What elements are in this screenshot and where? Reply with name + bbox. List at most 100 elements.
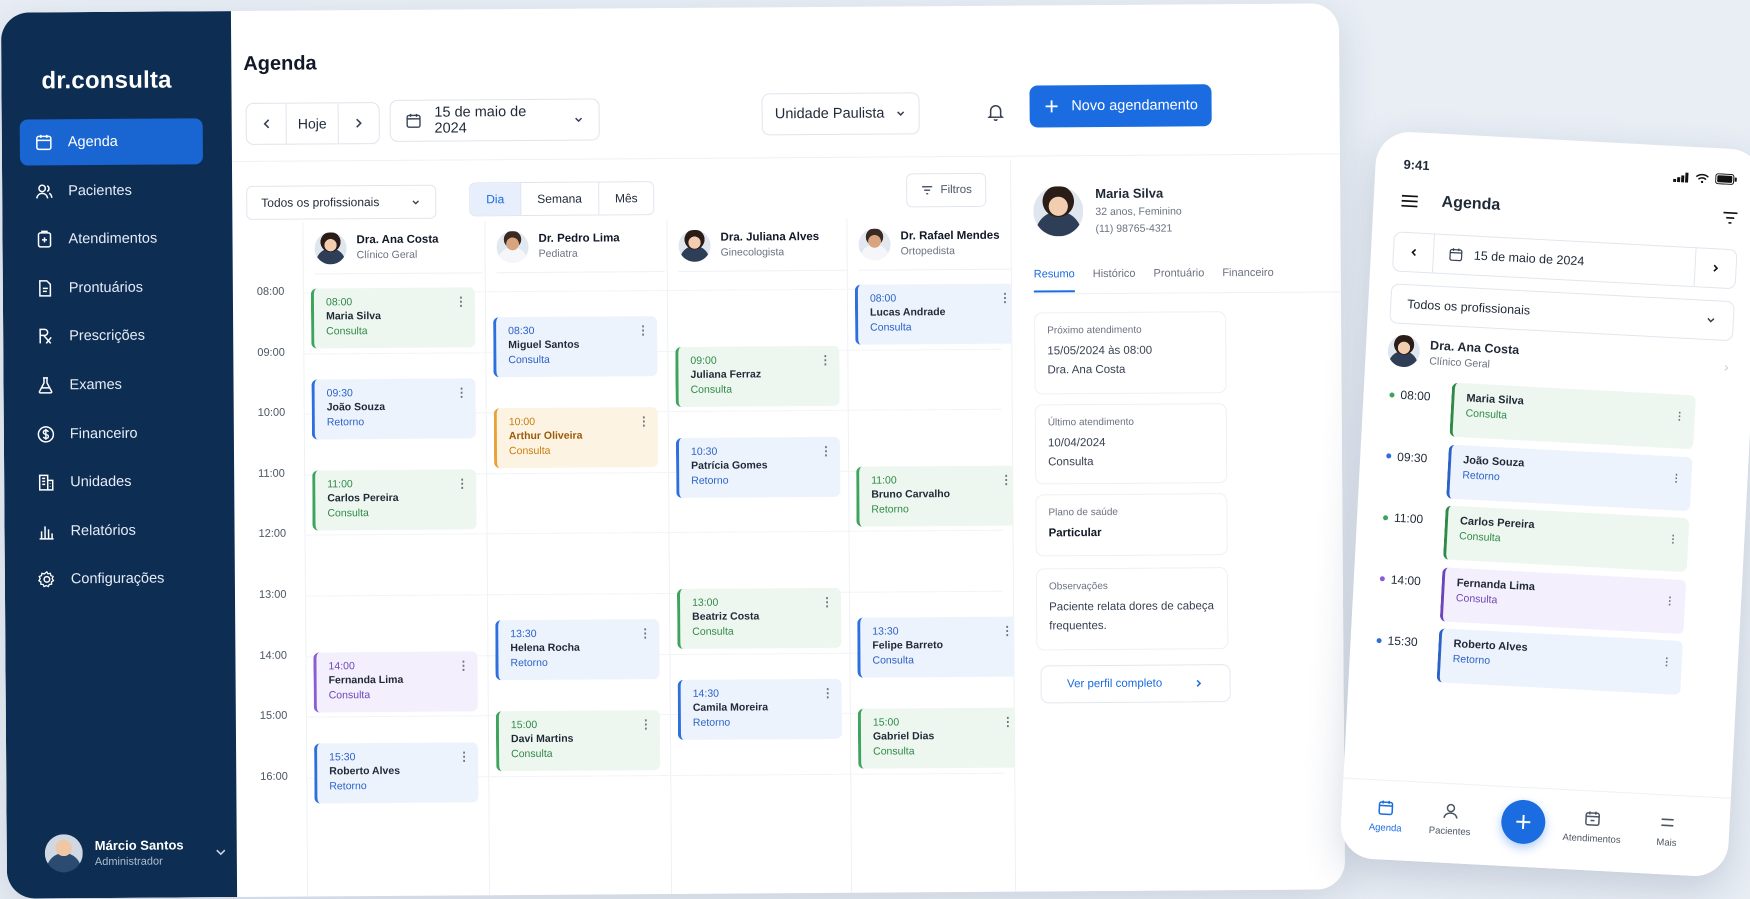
kebab-menu-icon[interactable]: ⋮ — [1000, 472, 1012, 486]
appointment-card[interactable]: 15:00 Davi Martins Consulta ⋮ — [495, 710, 661, 772]
mobile-date-picker[interactable]: 15 de maio de 2024 — [1432, 234, 1697, 287]
kebab-menu-icon[interactable]: ⋮ — [819, 352, 831, 366]
kebab-menu-icon[interactable]: ⋮ — [1661, 656, 1672, 669]
kebab-menu-icon[interactable]: ⋮ — [1671, 472, 1682, 485]
appointment-time: 08:00 — [325, 296, 353, 309]
appointment-card[interactable]: 08:00 Lucas Andrade Consulta ⋮ — [854, 283, 1020, 345]
kebab-menu-icon[interactable]: ⋮ — [640, 717, 652, 731]
appointment-card[interactable]: 14:30 Camila Moreira Retorno ⋮ — [677, 678, 843, 740]
mobile-tab-mais[interactable]: Mais — [1656, 813, 1678, 849]
appointment-time: 09:00 — [690, 354, 717, 367]
appointment-card[interactable]: 08:00 Maria Silva Consulta ⋮ — [310, 287, 476, 349]
time-dot — [1389, 391, 1395, 398]
kebab-menu-icon[interactable]: ⋮ — [1001, 624, 1013, 638]
tab-financeiro[interactable]: Financeiro — [1222, 267, 1274, 291]
mobile-header: Agenda — [1399, 192, 1739, 228]
full-profile-button[interactable]: Ver perfil completo — [1040, 664, 1231, 704]
mobile-doctor-header[interactable]: Dra. Ana Costa Clínico Geral — [1386, 334, 1732, 384]
kebab-menu-icon[interactable]: ⋮ — [456, 385, 468, 399]
last-appointment-type: Consulta — [1048, 456, 1094, 469]
view-week-button[interactable]: Semana — [521, 182, 600, 216]
filters-button[interactable]: Filtros — [906, 172, 987, 208]
time-label: 12:00 — [258, 528, 287, 541]
kebab-menu-icon[interactable]: ⋮ — [457, 658, 469, 672]
mobile-next-day-button[interactable] — [1695, 248, 1737, 288]
appointment-card[interactable]: 15:30 Roberto Alves Retorno ⋮ — [314, 741, 479, 804]
appointment-type: Retorno — [510, 657, 548, 670]
doctor-column-header[interactable]: Dr. Pedro Lima Pediatra — [496, 220, 665, 274]
kebab-menu-icon[interactable]: ⋮ — [822, 686, 834, 700]
appointment-card[interactable]: 10:00 Arthur Oliveira Consulta ⋮ — [493, 407, 659, 469]
appointment-card[interactable]: 10:30 Patrícia Gomes Retorno ⋮ — [675, 436, 841, 498]
sidebar-item-unidades[interactable]: Unidades — [22, 458, 205, 505]
doctor-column-header[interactable]: Dra. Ana Costa Clínico Geral — [314, 221, 483, 275]
appointment-card[interactable]: 14:00 Fernanda Lima Consulta ⋮ — [313, 650, 478, 713]
sidebar-item-prescricoes[interactable]: Prescrições — [21, 313, 204, 360]
sidebar-item-relatorios[interactable]: Relatórios — [22, 507, 205, 554]
kebab-menu-icon[interactable]: ⋮ — [1674, 410, 1685, 423]
sidebar-item-pacientes[interactable]: Pacientes — [20, 167, 203, 214]
sidebar-item-prontuarios[interactable]: Prontuários — [21, 264, 204, 311]
mobile-tab-agenda[interactable]: Agenda — [1369, 798, 1404, 835]
mobile-tab-atendimentos[interactable]: Atendimentos — [1562, 808, 1622, 846]
mobile-appointment-card[interactable]: João Souza Retorno ⋮ — [1446, 444, 1693, 511]
kebab-menu-icon[interactable]: ⋮ — [1002, 715, 1014, 729]
mobile-professional-filter[interactable]: Todos os profissionais — [1389, 283, 1735, 342]
appointment-card[interactable]: 13:30 Felipe Barreto Consulta ⋮ — [857, 616, 1022, 679]
kebab-menu-icon[interactable]: ⋮ — [639, 626, 651, 640]
appointment-card[interactable]: 11:00 Bruno Carvalho Retorno ⋮ — [856, 465, 1021, 527]
date-navigation: Hoje — [245, 102, 380, 145]
appointment-card[interactable]: 13:30 Helena Rocha Retorno ⋮ — [495, 619, 660, 681]
mobile-appointment-card[interactable]: Roberto Alves Retorno ⋮ — [1436, 628, 1684, 695]
mobile-add-button[interactable] — [1500, 798, 1547, 846]
doctor-column-header[interactable]: Dra. Juliana Alves Ginecologista — [678, 218, 847, 272]
sidebar-item-financeiro[interactable]: Financeiro — [22, 410, 205, 457]
doctor-column-header[interactable]: Dr. Rafael Mendes Ortopedista — [858, 217, 1027, 271]
date-picker[interactable]: 15 de maio de 2024 — [389, 98, 600, 142]
notifications-button[interactable] — [986, 102, 1006, 122]
calendar-grid: 08:00 09:00 10:00 11:00 12:00 13:00 14:00 15:00… — [232, 217, 1027, 897]
kebab-menu-icon[interactable]: ⋮ — [999, 291, 1011, 305]
prev-day-button[interactable] — [246, 103, 287, 144]
tab-historico[interactable]: Histórico — [1093, 268, 1136, 292]
sidebar-item-agenda[interactable]: Agenda — [19, 118, 203, 166]
kebab-menu-icon[interactable]: ⋮ — [637, 323, 649, 337]
mobile-appointment-card[interactable]: Fernanda Lima Consulta ⋮ — [1439, 566, 1687, 634]
kebab-menu-icon[interactable]: ⋮ — [458, 749, 470, 763]
kebab-menu-icon[interactable]: ⋮ — [456, 476, 468, 490]
kebab-menu-icon[interactable]: ⋮ — [820, 443, 832, 457]
appointment-card[interactable]: 09:00 Juliana Ferraz Consulta ⋮ — [675, 345, 840, 407]
appointment-card[interactable]: 09:30 João Souza Retorno ⋮ — [311, 378, 476, 440]
appointment-card[interactable]: 11:00 Carlos Pereira Consulta ⋮ — [312, 469, 477, 531]
new-appointment-button[interactable]: Novo agendamento — [1029, 84, 1212, 128]
appointment-card[interactable]: 08:30 Miguel Santos Consulta ⋮ — [493, 316, 658, 378]
kebab-menu-icon[interactable]: ⋮ — [1668, 533, 1679, 546]
view-month-button[interactable]: Mês — [599, 182, 654, 214]
tab-prontuario[interactable]: Prontuário — [1153, 267, 1204, 291]
sidebar-item-exames[interactable]: Exames — [21, 361, 204, 408]
mobile-appointment-card[interactable]: Maria Silva Consulta ⋮ — [1449, 382, 1696, 450]
next-day-button[interactable] — [339, 103, 379, 143]
sidebar-item-configuracoes[interactable]: Configurações — [23, 556, 206, 603]
kebab-menu-icon[interactable]: ⋮ — [821, 595, 833, 609]
tab-resumo[interactable]: Resumo — [1033, 268, 1075, 293]
kebab-menu-icon[interactable]: ⋮ — [1664, 595, 1675, 608]
today-button[interactable]: Hoje — [286, 103, 339, 144]
filter-icon[interactable] — [1721, 209, 1740, 226]
mobile-appointment-card[interactable]: Carlos Pereira Consulta ⋮ — [1442, 505, 1690, 573]
unit-select[interactable]: Unidade Paulista — [761, 92, 920, 136]
appointment-patient: Carlos Pereira — [327, 491, 399, 505]
appointment-card[interactable]: 15:00 Gabriel Dias Consulta ⋮ — [857, 707, 1023, 769]
user-menu[interactable]: Márcio Santos Administrador — [44, 833, 228, 873]
view-day-button[interactable]: Dia — [470, 183, 522, 216]
kebab-menu-icon[interactable]: ⋮ — [455, 294, 467, 308]
menu-icon[interactable] — [1399, 193, 1420, 210]
sidebar-item-atendimentos[interactable]: Atendimentos — [20, 215, 203, 262]
mobile-tab-pacientes[interactable]: Pacientes — [1428, 801, 1472, 838]
mobile-prev-day-button[interactable] — [1393, 232, 1435, 273]
status-time: 9:41 — [1403, 156, 1430, 174]
professional-filter[interactable]: Todos os profissionais — [246, 184, 437, 220]
appointment-card[interactable]: 13:00 Beatriz Costa Consulta ⋮ — [676, 587, 842, 649]
mobile-app: 9:41 Agenda 15 de maio de 2024 Todos os … — [1339, 130, 1750, 878]
kebab-menu-icon[interactable]: ⋮ — [638, 414, 650, 428]
